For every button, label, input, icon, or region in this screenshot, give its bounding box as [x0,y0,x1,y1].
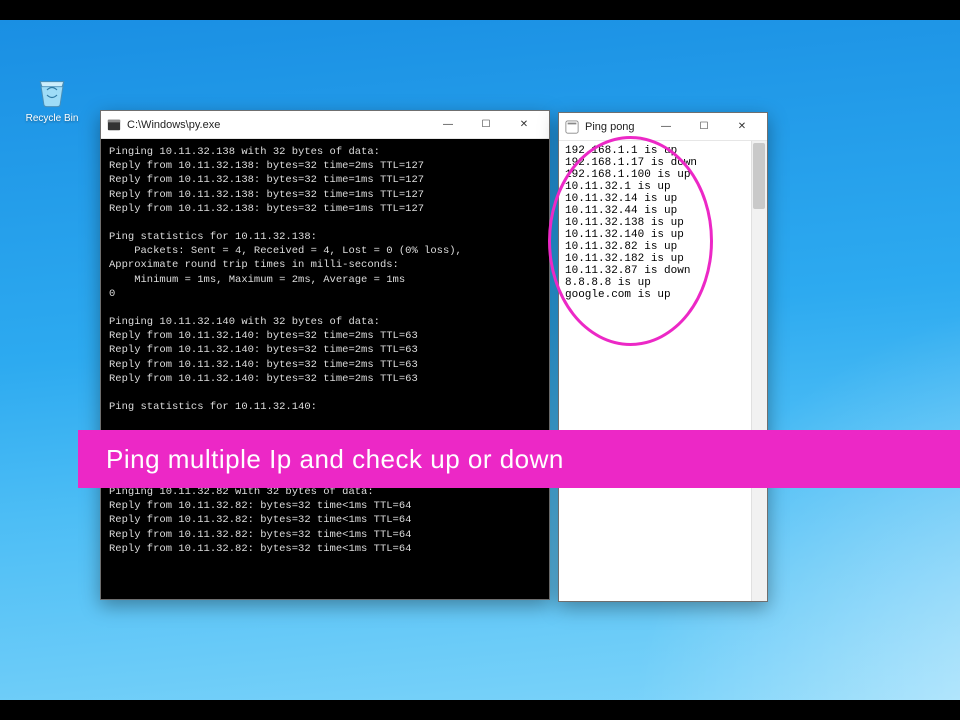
recycle-bin[interactable]: Recycle Bin [22,70,82,124]
minimize-button[interactable]: — [429,111,467,139]
pingpong-result-line: 10.11.32.138 is up [565,217,761,229]
pingpong-result-line: 10.11.32.82 is up [565,241,761,253]
maximize-button[interactable]: ☐ [685,113,723,141]
close-button[interactable]: ✕ [505,111,543,139]
terminal-titlebar[interactable]: C:\Windows\py.exe — ☐ ✕ [101,111,549,139]
pingpong-icon [565,120,579,134]
scrollbar-thumb[interactable] [753,143,765,209]
pingpong-result-line: 10.11.32.44 is up [565,205,761,217]
pingpong-window[interactable]: Ping pong — ☐ ✕ 192.168.1.1 is up192.168… [558,112,768,602]
pingpong-result-line: 10.11.32.182 is up [565,253,761,265]
pingpong-result-line: 10.11.32.140 is up [565,229,761,241]
terminal-window[interactable]: C:\Windows\py.exe — ☐ ✕ Pinging 10.11.32… [100,110,550,600]
pingpong-result-line: 10.11.32.1 is up [565,181,761,193]
pingpong-result-line: 192.168.1.1 is up [565,145,761,157]
pingpong-result-line: google.com is up [565,289,761,301]
recycle-bin-label: Recycle Bin [26,113,79,124]
pingpong-results: 192.168.1.1 is up192.168.1.17 is down192… [565,145,761,301]
close-button[interactable]: ✕ [723,113,761,141]
pingpong-result-line: 8.8.8.8 is up [565,277,761,289]
scrollbar-track[interactable] [751,141,767,601]
pingpong-body: 192.168.1.1 is up192.168.1.17 is down192… [559,141,767,601]
pingpong-result-line: 192.168.1.100 is up [565,169,761,181]
desktop: Recycle Bin C:\Windows\py.exe — ☐ ✕ Ping… [0,20,960,700]
minimize-button[interactable]: — [647,113,685,141]
terminal-title: C:\Windows\py.exe [127,119,220,131]
pingpong-result-line: 192.168.1.17 is down [565,157,761,169]
caption-text: Ping multiple Ip and check up or down [106,444,564,475]
pingpong-title: Ping pong [585,121,635,133]
terminal-output[interactable]: Pinging 10.11.32.138 with 32 bytes of da… [101,139,549,599]
recycle-bin-icon [22,70,82,110]
pingpong-titlebar[interactable]: Ping pong — ☐ ✕ [559,113,767,141]
pingpong-result-line: 10.11.32.14 is up [565,193,761,205]
terminal-icon [107,118,121,132]
maximize-button[interactable]: ☐ [467,111,505,139]
caption-banner: Ping multiple Ip and check up or down [78,430,960,488]
pingpong-result-line: 10.11.32.87 is down [565,265,761,277]
